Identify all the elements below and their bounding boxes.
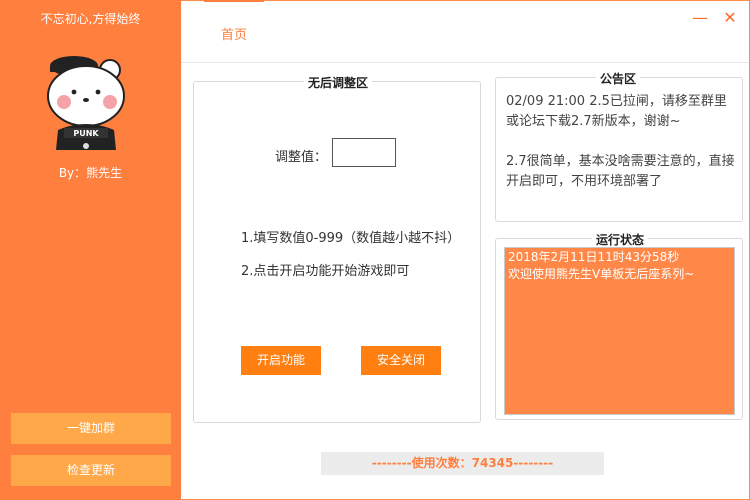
close-icon[interactable]: ✕ [722,10,738,26]
notice-panel-title: 公告区 [596,70,641,87]
notice-panel: 公告区 02/09 21:00 2.5已拉闸，请移至群里或论坛下载2.7新版本，… [495,70,743,222]
header-divider [181,62,749,63]
sidebar: 不忘初心,方得始终 PUNK By：熊先生 一键加群 检查更新 [0,0,181,500]
tab-home[interactable]: 首页 [204,0,264,62]
adjust-panel: 无后调整区 调整值： 1.填写数值0-999（数值越小越不抖） 2.点击开启功能… [193,74,481,423]
status-panel-title: 运行状态 [592,231,649,248]
notice-text: 02/09 21:00 2.5已拉闸，请移至群里或论坛下载2.7新版本，谢谢~ … [506,94,735,189]
join-group-button[interactable]: 一键加群 [11,413,171,444]
adjust-panel-title: 无后调整区 [304,74,373,91]
instruction-1: 1.填写数值0-999（数值越小越不抖） [241,231,461,246]
adjust-value-input[interactable] [332,138,396,167]
minimize-icon[interactable]: — [692,10,708,26]
safe-close-button[interactable]: 安全关闭 [361,346,441,375]
app-title: 不忘初心,方得始终 [40,12,141,26]
status-log-textarea[interactable]: 2018年2月11日11时43分58秒 欢迎使用熊先生V单板无后座系列~ [504,247,735,415]
status-panel: 运行状态 2018年2月11日11时43分58秒 欢迎使用熊先生V单板无后座系列… [495,231,743,420]
avatar-caption: PUNK [73,129,99,138]
start-function-button[interactable]: 开启功能 [241,346,321,375]
instruction-2: 2.点击开启功能开始游戏即可 [241,264,410,279]
adjust-value-label: 调整值： [275,150,328,165]
bear-punk-avatar-icon: PUNK [47,56,125,150]
usage-count-bar: --------使用次数：74345-------- [321,452,604,475]
check-update-button[interactable]: 检查更新 [11,455,171,486]
author-label: By：熊先生 [58,166,123,180]
